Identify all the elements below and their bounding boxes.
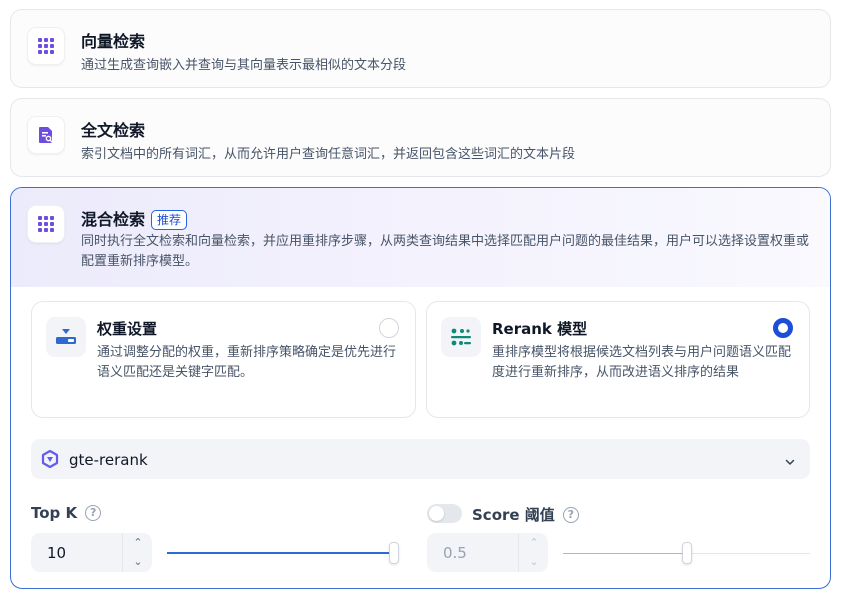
rerank-model-select[interactable]: gte-rerank bbox=[31, 439, 810, 479]
grid-dots-icon bbox=[27, 205, 65, 243]
weight-settings-option[interactable]: 权重设置 通过调整分配的权重，重新排序策略确定是优先进行语义匹配还是关键字匹配。 bbox=[31, 301, 416, 418]
increment-button[interactable]: ⌃ bbox=[519, 533, 549, 552]
grid-dots-icon bbox=[27, 27, 65, 65]
increment-button[interactable]: ⌃ bbox=[123, 533, 153, 552]
rerank-model-radio[interactable] bbox=[773, 318, 793, 338]
hybrid-search-option[interactable]: 混合检索 推荐 同时执行全文检索和向量检索，并应用重排序步骤，从两类查询结果中选择… bbox=[10, 187, 831, 589]
rerank-sort-icon bbox=[441, 317, 481, 357]
top-k-label: Top K ? bbox=[31, 504, 102, 522]
option-title: 全文检索 bbox=[81, 121, 146, 140]
decrement-button[interactable]: ⌄ bbox=[519, 552, 549, 571]
recommended-badge: 推荐 bbox=[151, 210, 188, 230]
toggle-knob bbox=[429, 506, 444, 521]
help-icon[interactable]: ? bbox=[562, 506, 579, 523]
option-description: 通过生成查询嵌入并查询与其向量表示最相似的文本分段 bbox=[81, 58, 407, 73]
top-k-value: 10 bbox=[47, 544, 67, 562]
top-k-label-text: Top K bbox=[31, 504, 78, 522]
score-threshold-value: 0.5 bbox=[443, 544, 467, 562]
score-threshold-stepper: ⌃ ⌄ bbox=[518, 533, 548, 572]
weight-settings-description: 通过调整分配的权重，重新排序策略确定是优先进行语义匹配还是关键字匹配。 bbox=[97, 345, 397, 380]
top-k-input[interactable]: 10 ⌃ ⌄ bbox=[31, 533, 152, 572]
fulltext-search-option[interactable]: 全文检索 索引文档中的所有词汇，从而允许用户查询任意词汇，并返回包含这些词汇的文… bbox=[10, 98, 831, 177]
decrement-button[interactable]: ⌄ bbox=[123, 552, 153, 571]
rerank-model-description: 重排序模型将根据候选文档列表与用户问题语义匹配度进行重新排序，从而改进语义排序的… bbox=[492, 345, 792, 380]
score-threshold-slider-thumb[interactable] bbox=[682, 542, 692, 564]
vector-search-option[interactable]: 向量检索 通过生成查询嵌入并查询与其向量表示最相似的文本分段 bbox=[10, 9, 831, 88]
score-threshold-slider-fill bbox=[563, 553, 687, 554]
top-k-slider-fill bbox=[167, 552, 394, 554]
top-k-slider-thumb[interactable] bbox=[389, 542, 399, 564]
chevron-down-icon bbox=[784, 453, 796, 472]
rerank-model-title: Rerank 模型 bbox=[492, 320, 588, 338]
option-title: 向量检索 bbox=[81, 32, 146, 51]
score-threshold-label: Score 阈值 ? bbox=[472, 504, 579, 525]
document-search-icon bbox=[27, 116, 65, 154]
weight-settings-title: 权重设置 bbox=[97, 320, 158, 338]
score-threshold-input[interactable]: 0.5 ⌃ ⌄ bbox=[427, 533, 548, 572]
rerank-model-value: gte-rerank bbox=[69, 451, 148, 469]
help-icon[interactable]: ? bbox=[85, 505, 102, 521]
option-description: 索引文档中的所有词汇，从而允许用户查询任意词汇，并返回包含这些词汇的文本片段 bbox=[81, 147, 576, 162]
top-k-stepper: ⌃ ⌄ bbox=[122, 533, 152, 572]
weight-settings-radio[interactable] bbox=[379, 318, 399, 338]
hybrid-title-text: 混合检索 bbox=[81, 210, 146, 229]
hybrid-title: 混合检索 推荐 bbox=[81, 206, 188, 230]
score-threshold-toggle[interactable] bbox=[427, 504, 462, 523]
weight-sliders-icon bbox=[46, 317, 86, 357]
hybrid-description: 同时执行全文检索和向量检索，并应用重排序步骤，从两类查询结果中选择匹配用户问题的… bbox=[81, 234, 810, 269]
rerank-model-option[interactable]: Rerank 模型 重排序模型将根据候选文档列表与用户问题语义匹配度进行重新排序… bbox=[426, 301, 810, 418]
score-threshold-label-text: Score 阈值 bbox=[472, 506, 555, 524]
qwen-logo-icon bbox=[41, 449, 59, 472]
